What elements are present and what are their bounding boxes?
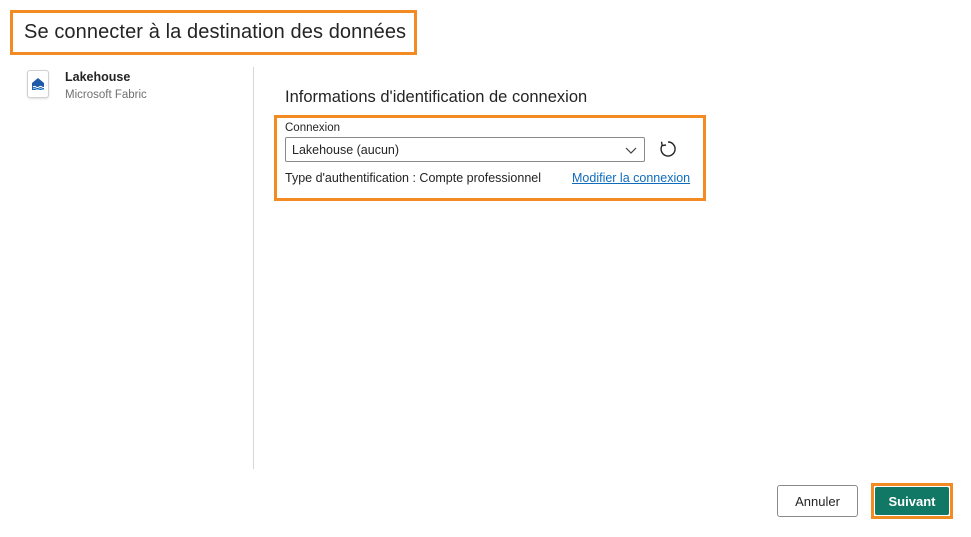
chevron-down-icon xyxy=(625,147,637,154)
dialog-title-box: Se connecter à la destination des donnée… xyxy=(10,10,417,55)
refresh-icon xyxy=(660,141,676,157)
lakehouse-icon xyxy=(27,70,49,98)
source-name: Lakehouse xyxy=(65,70,131,84)
credentials-heading: Informations d'identification de connexi… xyxy=(285,88,588,106)
connect-destination-dialog: Se connecter à la destination des donnée… xyxy=(0,0,971,537)
refresh-button[interactable] xyxy=(657,138,679,160)
connection-dropdown[interactable]: Lakehouse (aucun) xyxy=(285,137,645,162)
dialog-title: Se connecter à la destination des donnée… xyxy=(24,21,407,43)
next-button-highlight: Suivant xyxy=(871,483,953,519)
auth-type-text: Type d'authentification : Compte profess… xyxy=(285,171,542,185)
connection-dropdown-value: Lakehouse (aucun) xyxy=(292,142,400,157)
source-subtitle: Microsoft Fabric xyxy=(65,89,147,101)
cancel-button[interactable]: Annuler xyxy=(777,485,858,517)
panel-divider xyxy=(253,67,254,469)
connection-label: Connexion xyxy=(285,122,340,134)
connection-box: Connexion Lakehouse (aucun) Type d'authe… xyxy=(274,115,706,201)
next-button[interactable]: Suivant xyxy=(875,487,949,515)
edit-connection-link[interactable]: Modifier la connexion xyxy=(572,171,690,185)
source-item-lakehouse[interactable]: Lakehouse Microsoft Fabric xyxy=(27,70,147,101)
